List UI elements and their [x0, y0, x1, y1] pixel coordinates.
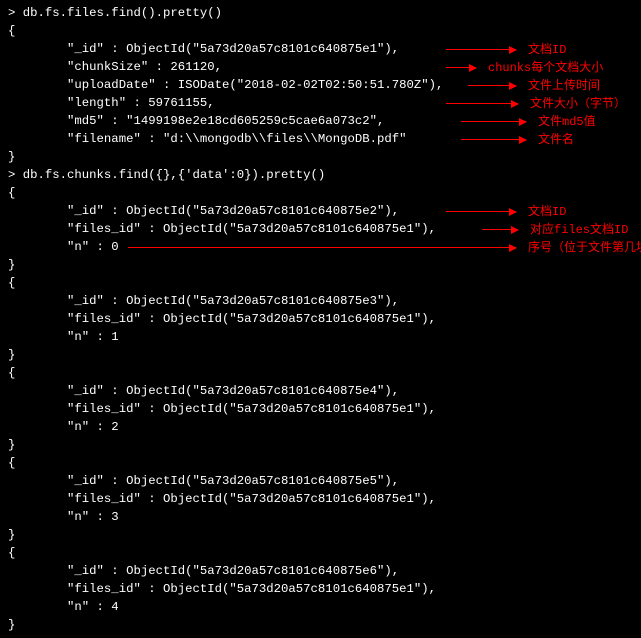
brace-close: } [8, 436, 633, 454]
command-chunks-find[interactable]: > db.fs.chunks.find({},{'data':0}).prett… [8, 166, 633, 184]
file-md5-line: "md5" : "1499198e2e18cd605259c5cae6a073c… [8, 112, 633, 130]
chunk-n: "n" : 1 [8, 328, 633, 346]
chunk-n: "n" : 2 [8, 418, 633, 436]
chunk-filesid: "files_id" : ObjectId("5a73d20a57c8101c6… [8, 490, 633, 508]
chunk0-id: "_id" : ObjectId("5a73d20a57c8101c640875… [8, 202, 633, 220]
brace-close: } [8, 148, 633, 166]
brace-close: } [8, 526, 633, 544]
chunk-n: "n" : 4 [8, 598, 633, 616]
arrow-icon [482, 229, 518, 230]
arrow-icon [446, 211, 516, 212]
brace-close: } [8, 256, 633, 274]
brace-open: { [8, 364, 633, 382]
command-files-find[interactable]: > db.fs.files.find().pretty() [8, 4, 633, 22]
chunk0-filesid: "files_id" : ObjectId("5a73d20a57c8101c6… [8, 220, 633, 238]
brace-close: } [8, 616, 633, 634]
arrow-icon [461, 139, 526, 140]
arrow-icon [468, 85, 516, 86]
annot-md5: 文件md5值 [538, 113, 596, 131]
annot-n: 序号（位于文件第几块） [528, 239, 641, 257]
brace-open: { [8, 22, 633, 40]
chunk-id: "_id" : ObjectId("5a73d20a57c8101c640875… [8, 472, 633, 490]
arrow-icon [446, 67, 476, 68]
brace-open: { [8, 274, 633, 292]
annot-doc-id: 文档ID [528, 41, 566, 59]
file-filename-line: "filename" : "d:\\mongodb\\files\\MongoD… [8, 130, 633, 148]
file-id-line: "_id" : ObjectId("5a73d20a57c8101c640875… [8, 40, 633, 58]
annot-filesid: 对应files文档ID [530, 221, 628, 239]
brace-open: { [8, 184, 633, 202]
annot-chunksize: chunks每个文档大小 [488, 59, 603, 77]
chunk-id: "_id" : ObjectId("5a73d20a57c8101c640875… [8, 562, 633, 580]
file-length-line: "length" : 59761155,文件大小（字节） [8, 94, 633, 112]
arrow-icon [446, 49, 516, 50]
chunk0-n: "n" : 0序号（位于文件第几块） [8, 238, 633, 256]
chunk-filesid: "files_id" : ObjectId("5a73d20a57c8101c6… [8, 580, 633, 598]
file-chunksize-line: "chunkSize" : 261120,chunks每个文档大小 [8, 58, 633, 76]
chunk-n: "n" : 3 [8, 508, 633, 526]
annot-filename: 文件名 [538, 131, 574, 149]
chunk-filesid: "files_id" : ObjectId("5a73d20a57c8101c6… [8, 310, 633, 328]
annot-chunk-id: 文档ID [528, 203, 566, 221]
annot-upload: 文件上传时间 [528, 77, 600, 95]
arrow-icon [461, 121, 526, 122]
file-uploaddate-line: "uploadDate" : ISODate("2018-02-02T02:50… [8, 76, 633, 94]
annot-length: 文件大小（字节） [530, 95, 626, 113]
chunk-filesid: "files_id" : ObjectId("5a73d20a57c8101c6… [8, 400, 633, 418]
brace-close: } [8, 346, 633, 364]
chunk-id: "_id" : ObjectId("5a73d20a57c8101c640875… [8, 292, 633, 310]
arrow-icon [446, 103, 518, 104]
brace-open: { [8, 544, 633, 562]
brace-open: { [8, 454, 633, 472]
arrow-icon [128, 247, 516, 248]
chunk-id: "_id" : ObjectId("5a73d20a57c8101c640875… [8, 382, 633, 400]
